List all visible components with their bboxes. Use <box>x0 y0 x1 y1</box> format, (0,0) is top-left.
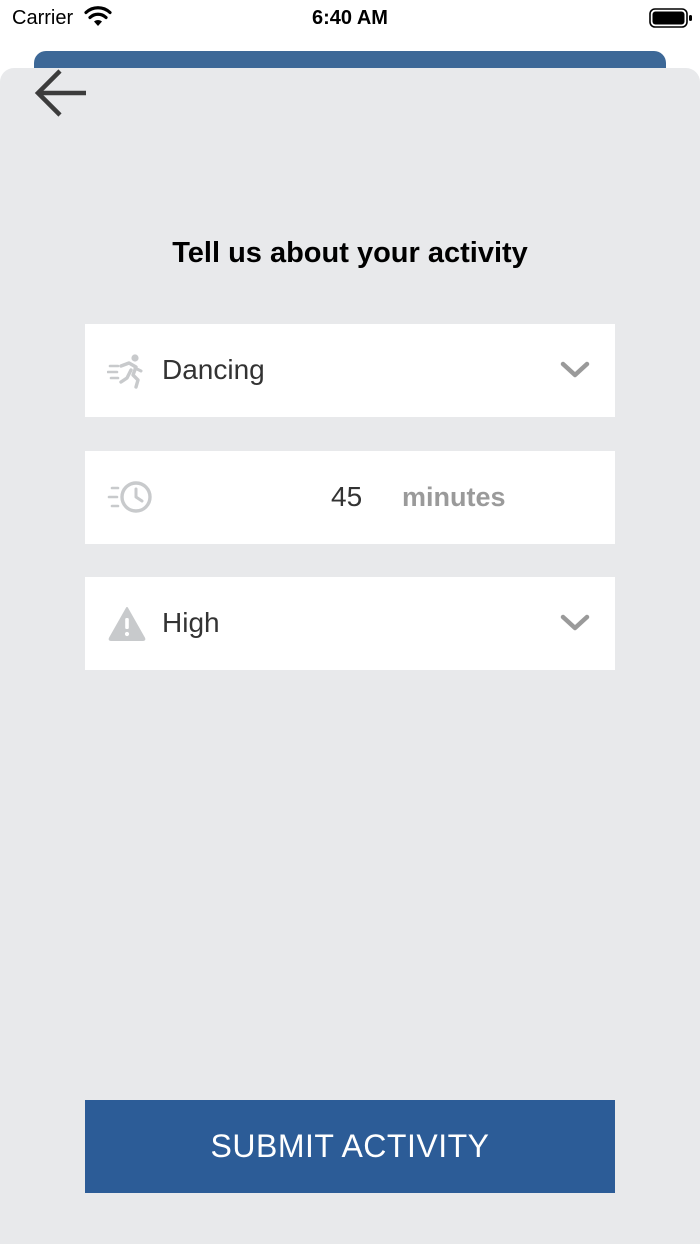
activity-type-value: Dancing <box>162 354 265 385</box>
status-bar: Carrier 6:40 AM <box>0 0 700 36</box>
chevron-down-icon <box>559 358 591 382</box>
intensity-select[interactable]: High <box>85 577 615 670</box>
submit-activity-button[interactable]: SUBMIT ACTIVITY <box>85 1100 615 1193</box>
duration-unit-label: minutes <box>402 482 506 512</box>
timer-icon <box>106 478 154 518</box>
warning-icon <box>107 605 147 643</box>
back-arrow-icon <box>34 69 86 117</box>
duration-input[interactable]: 45 <box>331 481 362 513</box>
back-button[interactable] <box>30 66 92 122</box>
activity-type-select[interactable]: Dancing <box>85 324 615 417</box>
chevron-down-icon <box>559 611 591 635</box>
page-title: Tell us about your activity <box>172 237 528 269</box>
intensity-value: High <box>162 607 220 638</box>
duration-field[interactable]: 45 minutes <box>85 451 615 544</box>
clock: 6:40 AM <box>312 7 388 29</box>
battery-icon <box>649 7 693 29</box>
running-icon <box>106 352 147 390</box>
